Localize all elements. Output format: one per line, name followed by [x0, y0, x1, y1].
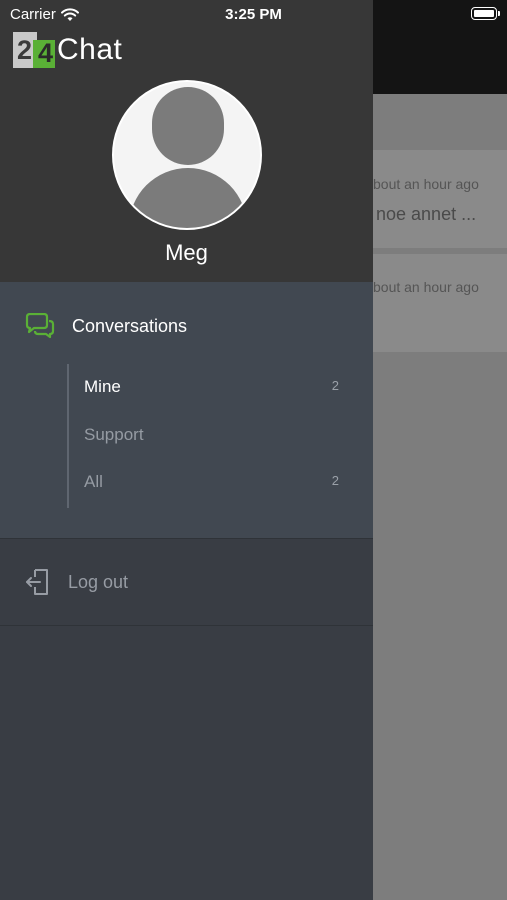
background-conversation-card — [360, 254, 507, 352]
avatar-body-shape — [129, 168, 247, 228]
logout-button[interactable]: Log out — [0, 539, 373, 625]
avatar[interactable] — [112, 80, 262, 230]
status-time: 3:25 PM — [225, 6, 282, 23]
menu-item-conversations[interactable]: Conversations — [0, 304, 373, 348]
submenu-item-count: 2 — [331, 473, 339, 488]
logout-icon — [26, 569, 48, 595]
submenu-item-all[interactable]: All 2 — [70, 460, 373, 504]
logo-text: Chat — [57, 33, 123, 66]
avatar-head-shape — [152, 87, 224, 165]
submenu-item-label: Mine — [84, 377, 121, 396]
submenu-divider-line — [67, 364, 69, 508]
logo-mark-icon: 2 4 — [13, 32, 55, 68]
submenu-item-count: 2 — [331, 378, 339, 393]
background-conversation-preview: noe annet ... — [376, 204, 477, 224]
app-logo: 2 4 Chat — [13, 32, 122, 68]
drawer-header: 2 4 Chat Meg — [0, 0, 373, 282]
chat-bubbles-icon — [25, 313, 55, 339]
background-conversation-time: bout an hour ago — [373, 176, 479, 192]
logout-label: Log out — [68, 572, 129, 592]
submenu-item-label: All — [84, 472, 103, 491]
background-conversation-time: bout an hour ago — [373, 279, 479, 295]
menu-divider — [0, 625, 373, 626]
menu-section: Conversations Mine 2 Support All 2 — [0, 282, 373, 538]
conversations-label: Conversations — [72, 316, 188, 336]
background-conversation-card — [360, 150, 507, 248]
navigation-drawer: 2 4 Chat Meg Carrier Conversations Mine … — [0, 0, 373, 900]
submenu-item-mine[interactable]: Mine 2 — [70, 365, 373, 409]
logo-digit: 4 — [38, 38, 54, 68]
submenu-item-support[interactable]: Support — [70, 413, 373, 457]
user-name: Meg — [165, 240, 208, 265]
submenu-item-label: Support — [84, 425, 144, 444]
logo-digit: 2 — [17, 35, 33, 65]
